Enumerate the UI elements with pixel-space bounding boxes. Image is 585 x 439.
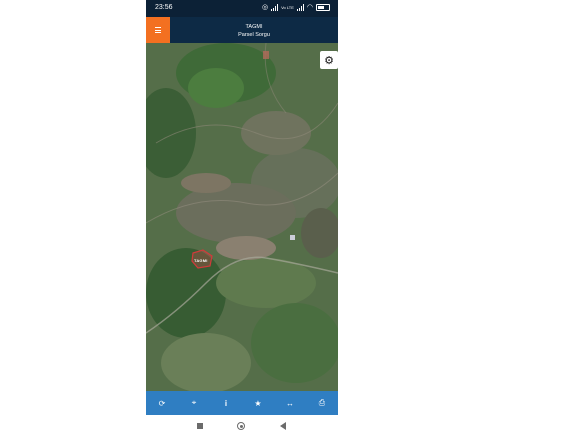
signal-icon bbox=[271, 3, 279, 11]
recent-apps-button[interactable] bbox=[197, 423, 203, 429]
locate-button[interactable]: ⌖ bbox=[185, 394, 203, 412]
battery-icon bbox=[316, 3, 330, 11]
menu-icon-bar bbox=[155, 29, 161, 31]
home-button[interactable] bbox=[237, 422, 245, 430]
status-bar: 23:56 ◎ Vo LTE ◠ bbox=[146, 0, 338, 17]
info-icon: i bbox=[224, 398, 228, 408]
status-time: 23:56 bbox=[155, 4, 173, 11]
map-imagery bbox=[146, 43, 338, 391]
satellite-map[interactable]: TAGMI ⚙ bbox=[146, 43, 338, 391]
refresh-icon: ⟳ bbox=[158, 398, 166, 408]
gear-icon: ⚙ bbox=[324, 54, 334, 67]
star-icon: ★ bbox=[254, 398, 262, 408]
refresh-button[interactable]: ⟳ bbox=[153, 394, 171, 412]
phone-screen: 23:56 ◎ Vo LTE ◠ TAGMI Parsel Sorgu TAGM… bbox=[146, 0, 338, 439]
crosshair-icon: ⌖ bbox=[191, 398, 197, 407]
back-button[interactable] bbox=[280, 422, 286, 430]
menu-button[interactable] bbox=[146, 17, 170, 43]
parcel-label: TAGMI bbox=[194, 258, 208, 263]
system-nav-bar bbox=[146, 415, 338, 439]
alarm-icon: ◎ bbox=[261, 4, 269, 11]
print-icon: ⎙ bbox=[318, 398, 326, 407]
menu-icon-bar bbox=[155, 27, 161, 28]
signal-icon-2 bbox=[296, 3, 304, 11]
app-title: TAGMI bbox=[245, 24, 263, 30]
info-button[interactable]: i bbox=[217, 394, 235, 412]
measure-button[interactable]: ↔ bbox=[281, 394, 299, 412]
app-header: TAGMI Parsel Sorgu bbox=[146, 17, 338, 43]
print-button[interactable]: ⎙ bbox=[313, 394, 331, 412]
menu-icon-bar bbox=[155, 32, 161, 33]
wifi-icon: ◠ bbox=[306, 4, 313, 11]
favorite-button[interactable]: ★ bbox=[249, 394, 267, 412]
page-subtitle: Parsel Sorgu bbox=[238, 32, 270, 38]
bottom-toolbar: ⟳ ⌖ i ★ ↔ ⎙ bbox=[146, 391, 338, 415]
status-icons: ◎ Vo LTE ◠ bbox=[262, 3, 330, 11]
ruler-icon: ↔ bbox=[286, 398, 294, 408]
volte-label: Vo LTE bbox=[281, 4, 294, 10]
settings-button[interactable]: ⚙ bbox=[320, 51, 338, 69]
header-titles: TAGMI Parsel Sorgu bbox=[170, 23, 338, 39]
